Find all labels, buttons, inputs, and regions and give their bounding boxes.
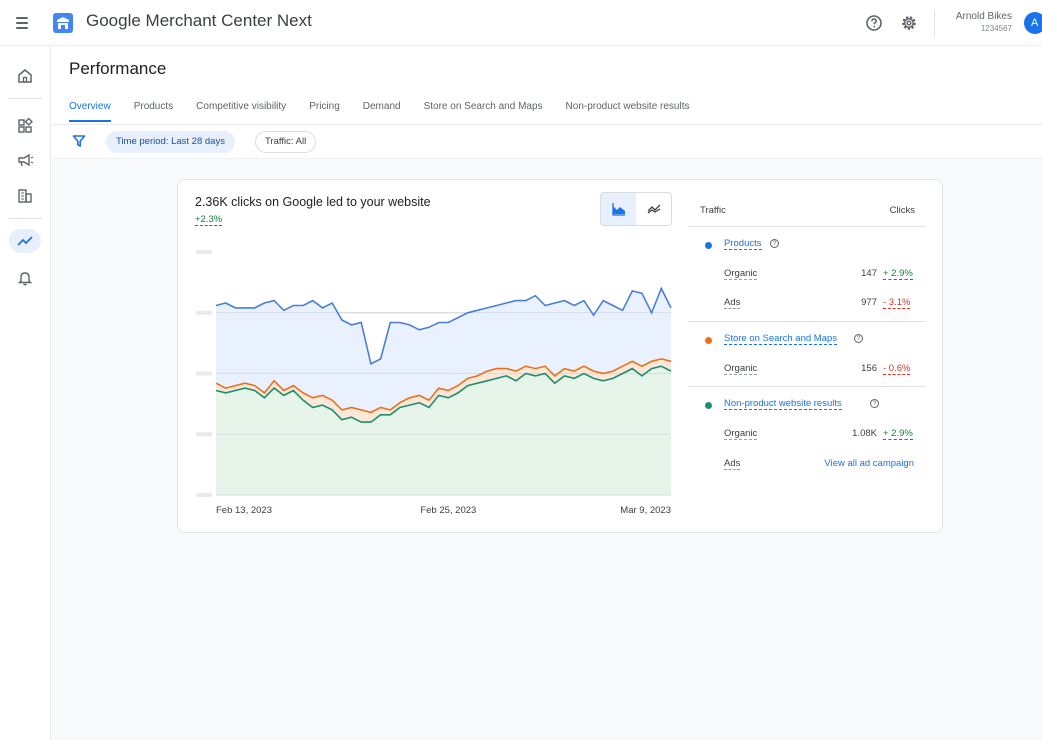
menu-icon[interactable] [13, 13, 33, 33]
card-title: 2.36K clicks on Google led to your websi… [195, 195, 431, 209]
y-tick-placeholder [196, 493, 212, 497]
side-rail [0, 46, 51, 740]
organic-label: Organic [724, 363, 758, 375]
clicks-header: Clicks [889, 205, 915, 216]
account-switcher[interactable]: Arnold Bikes 1234567 [940, 11, 1012, 35]
chart-type-toggle [600, 192, 672, 226]
y-tick-placeholder [196, 310, 212, 315]
help-icon[interactable]: ? [770, 239, 779, 248]
topbar-divider [934, 10, 935, 36]
rail-divider [8, 218, 42, 219]
account-name: Arnold Bikes [955, 11, 1012, 22]
nonproduct-organic-value: 1.08K [852, 428, 877, 439]
legend-row-products-ads: Ads 977 - 3.1% [688, 296, 926, 314]
organic-label: Organic [724, 428, 758, 440]
help-icon[interactable]: ? [870, 399, 879, 408]
page-title: Performance [69, 59, 167, 78]
app-title: Google Merchant Center Next [86, 11, 312, 30]
line-chart-icon [647, 204, 660, 214]
x-tick-label: Feb 13, 2023 [216, 505, 272, 516]
y-tick-placeholder [196, 371, 212, 376]
account-id: 1234567 [980, 24, 1012, 33]
card-delta: +2.3% [195, 214, 223, 226]
avatar[interactable]: A [1024, 12, 1042, 34]
legend-header: Traffic Clicks [688, 205, 926, 227]
gear-icon[interactable] [899, 13, 919, 33]
view-all-ad-campaign-link[interactable]: View all ad campaign [824, 458, 914, 469]
tab-demand[interactable]: Demand [363, 101, 401, 122]
time-period-chip[interactable]: Time period: Last 28 days [106, 131, 235, 153]
legend-divider [688, 321, 926, 322]
filter-bar: Time period: Last 28 days Traffic: All [52, 125, 1042, 159]
main-content: Performance Overview Products Competitiv… [52, 46, 1042, 740]
area-chart-button[interactable] [601, 193, 636, 225]
products-dot [705, 242, 712, 249]
top-app-bar: Google Merchant Center Next Arnold Bikes… [0, 0, 1042, 46]
products-organic-value: 147 [861, 268, 877, 279]
products-ads-value: 977 [861, 297, 877, 308]
legend-row-store-organic: Organic 156 - 0.6% [688, 362, 926, 380]
page-header: Performance Overview Products Competitiv… [52, 46, 1042, 125]
nonproduct-dot [705, 402, 712, 409]
help-icon[interactable]: ? [854, 334, 863, 343]
ads-label: Ads [724, 458, 741, 470]
y-tick-placeholder [196, 432, 212, 437]
clicks-card: Feb 13, 2023 Feb 25, 2023 Mar 9, 2023 2.36… [177, 179, 943, 533]
store-link[interactable]: Store on Search and Maps [724, 333, 838, 345]
traffic-header: Traffic [700, 205, 726, 216]
store-organic-value: 156 [861, 363, 877, 374]
products-link[interactable]: Products [724, 238, 762, 250]
organic-label: Organic [724, 268, 758, 280]
legend-row-products-organic: Organic 147 + 2.9% [688, 267, 926, 285]
legend-row-nonproduct-ads: Ads View all ad campaign [688, 457, 926, 475]
area-chart-icon [611, 203, 625, 216]
tab-overview[interactable]: Overview [69, 101, 111, 122]
home-icon[interactable] [15, 66, 35, 86]
tab-products[interactable]: Products [134, 101, 173, 122]
help-icon[interactable] [864, 13, 884, 33]
x-tick-label: Feb 25, 2023 [420, 505, 476, 516]
rail-divider [8, 98, 42, 99]
legend-row-nonproduct-organic: Organic 1.08K + 2.9% [688, 427, 926, 445]
nonproduct-organic-delta: + 2.9% [883, 428, 913, 440]
legend-divider [688, 386, 926, 387]
line-chart-button[interactable] [636, 193, 671, 225]
trending-icon[interactable] [15, 231, 35, 251]
ads-label: Ads [724, 297, 741, 309]
products-ads-delta: - 3.1% [883, 297, 911, 309]
tab-store-on-search-and-maps[interactable]: Store on Search and Maps [424, 101, 543, 122]
tab-competitive-visibility[interactable]: Competitive visibility [196, 101, 286, 122]
filter-icon[interactable] [72, 134, 86, 148]
bell-icon[interactable] [15, 268, 35, 288]
nonproduct-link[interactable]: Non-product website results [724, 398, 842, 410]
products-organic-delta: + 2.9% [883, 268, 913, 280]
tab-non-product-website-results[interactable]: Non-product website results [566, 101, 690, 122]
store-organic-delta: - 0.6% [883, 363, 911, 375]
legend-row-nonproduct: Non-product website results ? [688, 397, 926, 415]
tab-pricing[interactable]: Pricing [309, 101, 340, 122]
legend-divider [688, 226, 926, 227]
megaphone-icon[interactable] [15, 150, 35, 170]
tab-bar: Overview Products Competitive visibility… [69, 101, 713, 122]
store-dot [705, 337, 712, 344]
legend-row-store: Store on Search and Maps ? [688, 332, 926, 350]
x-tick-label: Mar 9, 2023 [620, 505, 671, 516]
y-tick-placeholder [196, 250, 212, 254]
legend-row-products: Products ? [688, 237, 926, 255]
store-icon[interactable] [15, 186, 35, 206]
clicks-chart: Feb 13, 2023 Feb 25, 2023 Mar 9, 2023 [196, 250, 672, 516]
traffic-chip[interactable]: Traffic: All [255, 131, 317, 153]
grid-icon[interactable] [15, 116, 35, 136]
merchant-center-logo [53, 13, 73, 33]
